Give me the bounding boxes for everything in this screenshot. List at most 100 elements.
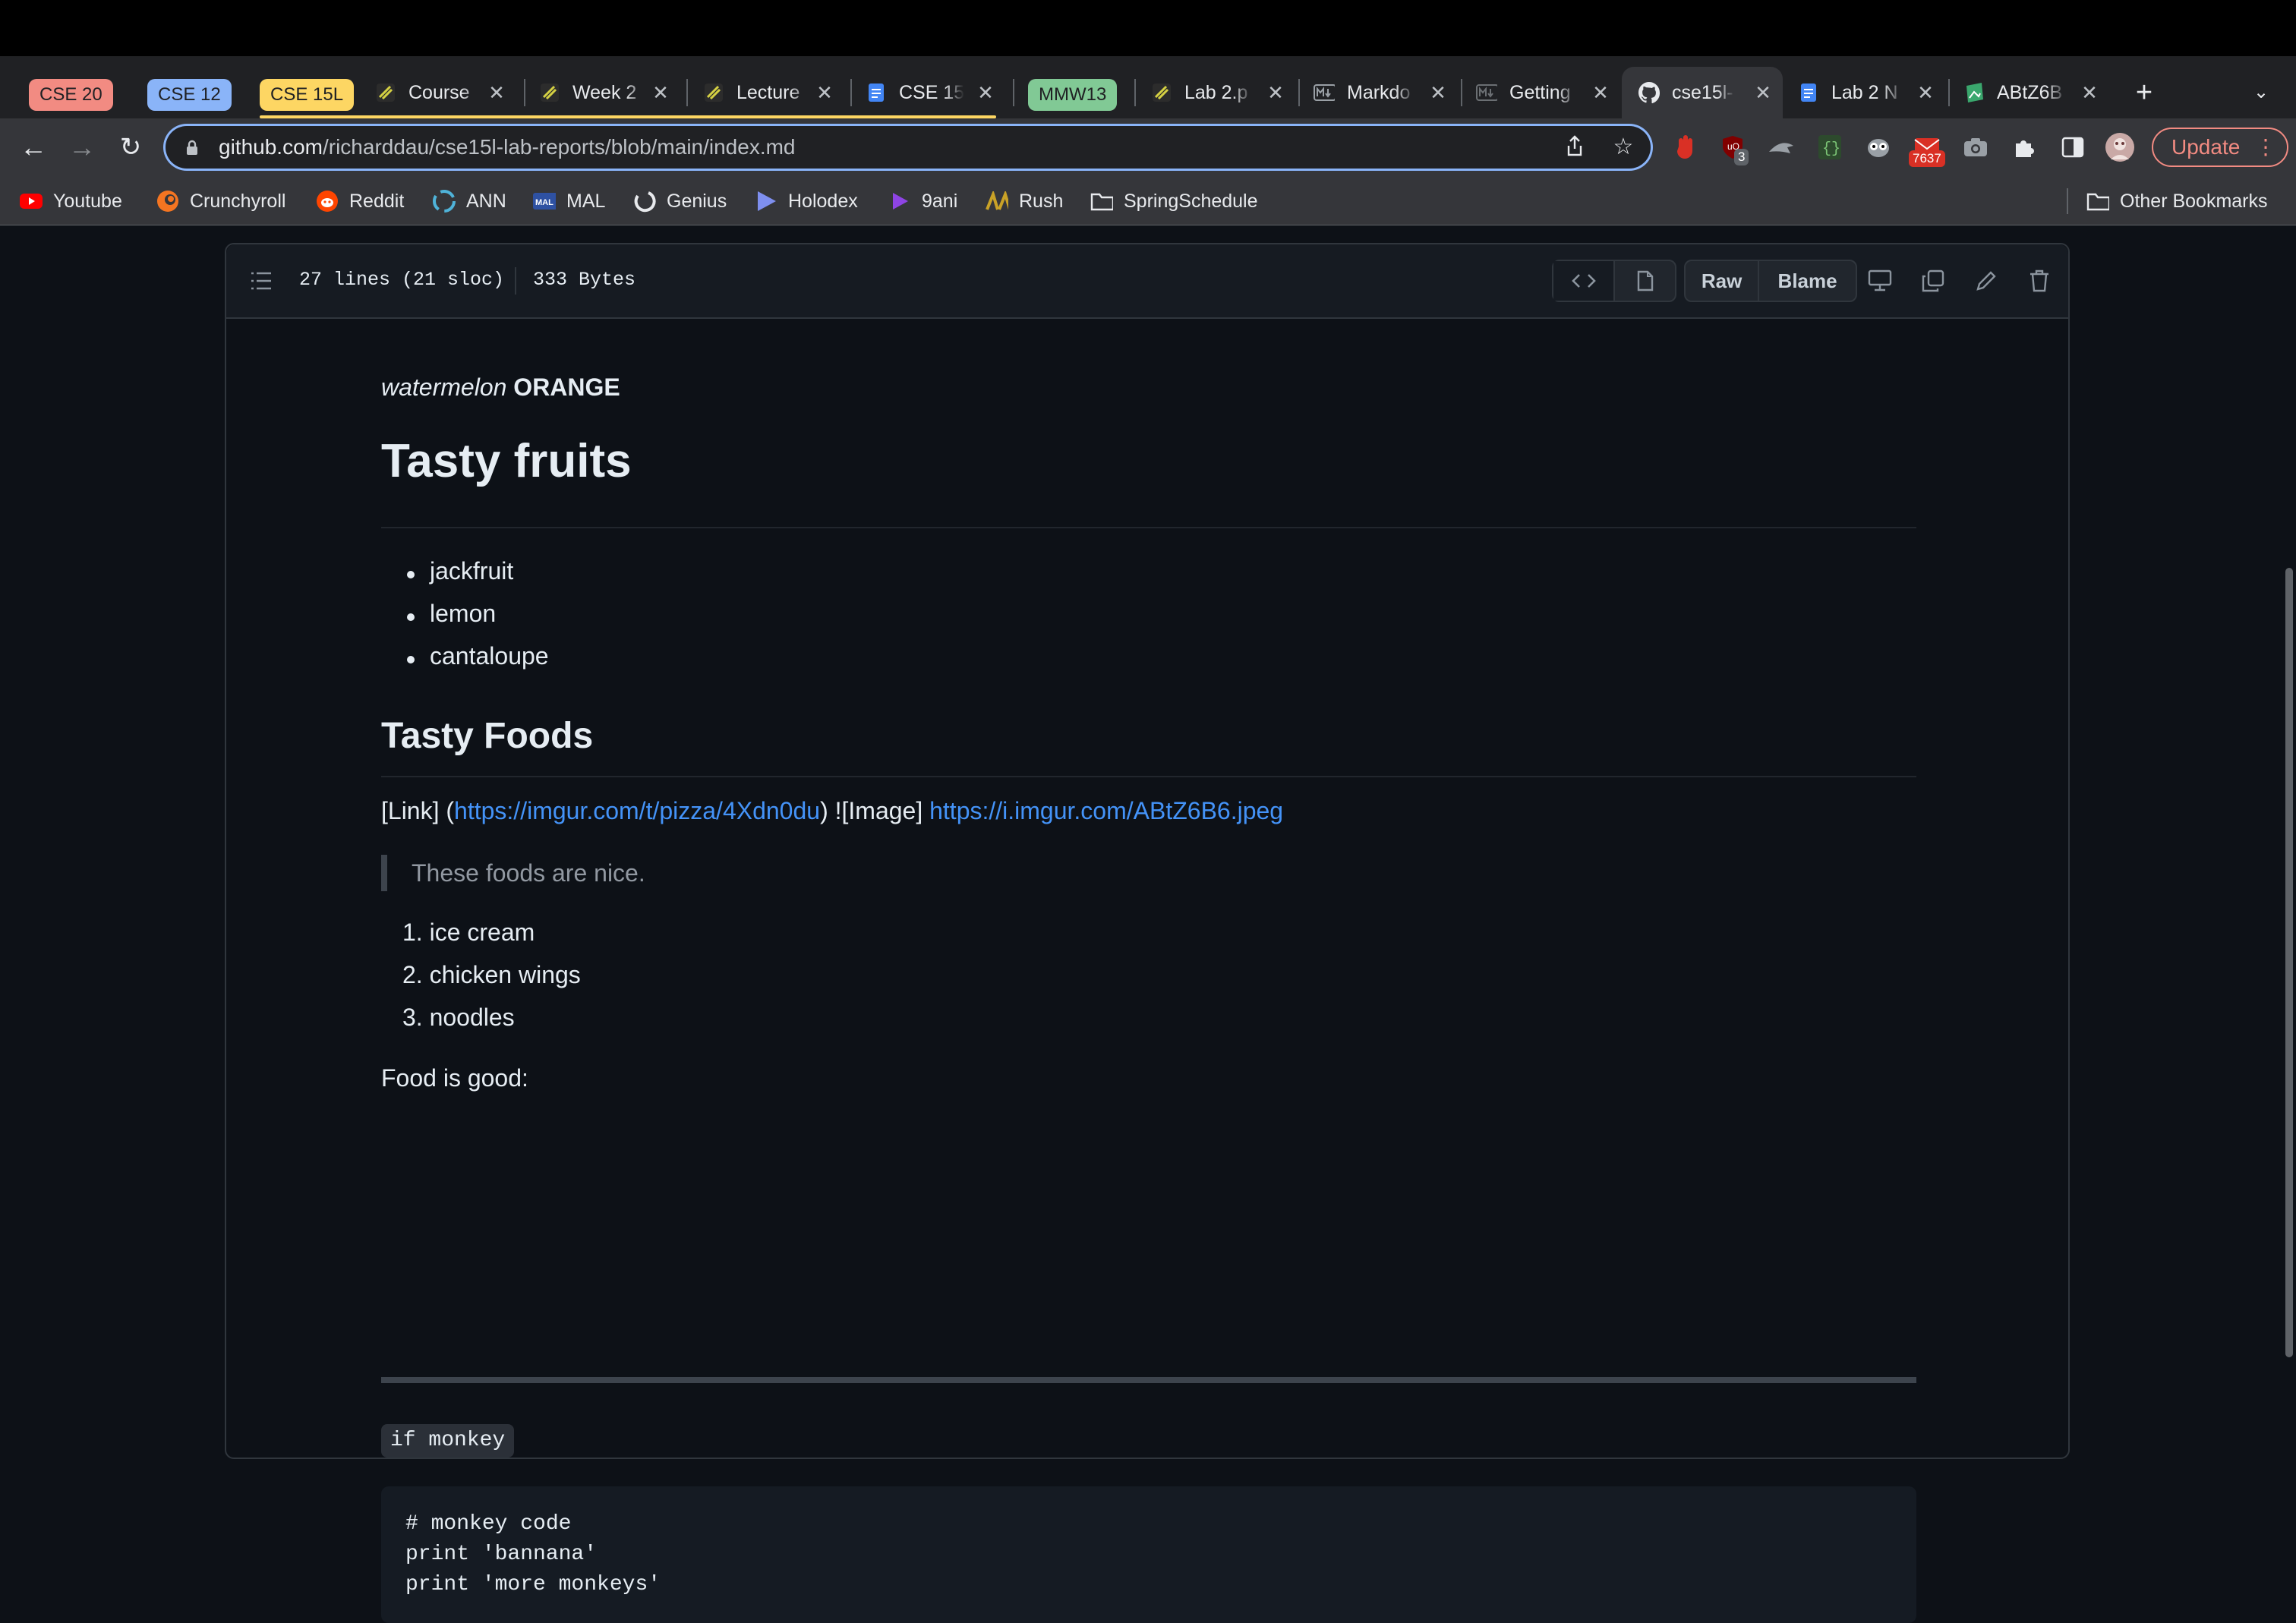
tab-separator [850,79,852,106]
reload-icon[interactable]: ↻ [114,131,147,164]
svg-text:MAL: MAL [535,198,554,207]
tab-lab-2-notes[interactable]: Lab 2 N ✕ [1798,67,1945,118]
close-icon[interactable]: ✕ [1754,83,1772,102]
bookmark-ann[interactable]: ANN [433,186,506,216]
close-icon[interactable]: ✕ [2080,83,2099,102]
tab-cse15l-github-active[interactable]: cse15l- ✕ [1622,67,1783,118]
extension-hand-icon[interactable] [1670,132,1701,162]
code-block: # monkey code print 'bannana' print 'mor… [381,1486,1916,1623]
close-icon[interactable]: ✕ [1916,83,1935,102]
outline-list-icon[interactable] [246,266,276,296]
tab-separator [1298,79,1300,106]
google-docs-icon [866,82,887,103]
tab-label: Week 2 [572,81,637,103]
address-bar[interactable]: github.com/richarddau/cse15l-lab-reports… [166,126,1651,169]
close-icon[interactable]: ✕ [976,83,995,102]
gradescope-icon [703,82,724,103]
view-toggle [1552,260,1676,302]
share-icon[interactable] [1563,135,1587,159]
bookmark-reddit[interactable]: Reddit [316,186,404,216]
tab-lecture[interactable]: Lecture ✕ [703,67,844,118]
file-size: 333 Bytes [533,269,636,291]
tab-search-chevron-icon[interactable]: ⌄ [2249,80,2273,105]
list-item: lemon [430,600,497,627]
tab-group-cse12[interactable]: CSE 12 [147,79,232,111]
h2-underline [381,776,1916,777]
pizza-link[interactable]: https://imgur.com/t/pizza/4Xdn0du [454,797,820,824]
edit-pencil-icon[interactable] [1971,266,2001,296]
close-icon[interactable]: ✕ [1266,83,1285,102]
list-number: 3. [402,1004,430,1031]
trash-icon[interactable] [2024,266,2055,296]
bookmark-label: MAL [566,190,606,212]
tab-getting-started[interactable]: Getting ✕ [1476,67,1620,118]
ordered-list-item: 3. noodles [402,1004,515,1032]
tab-group-cse20[interactable]: CSE 20 [29,79,113,111]
tab-separator [1948,79,1950,106]
other-bookmarks[interactable]: Other Bookmarks [2086,186,2268,216]
bookmark-label: Holodex [788,190,858,212]
svg-text:{}: {} [1822,140,1840,158]
tab-cse-15l-doc[interactable]: CSE 15L ✕ [866,67,1005,118]
link-prefix-text: [Link] ( [381,797,455,824]
inline-code: if monkey [381,1424,515,1458]
more-vert-icon: ⋮ [2255,135,2276,159]
ublock-badge: 3 [1734,149,1749,165]
close-icon[interactable]: ✕ [651,83,670,102]
forward-arrow-icon[interactable]: → [65,131,99,164]
crunchyroll-icon [156,190,179,213]
update-button[interactable]: Update ⋮ [2152,128,2288,167]
folder-icon [1090,190,1113,213]
code-view-icon[interactable] [1553,261,1613,301]
bookmark-label: Rush [1019,190,1064,212]
tab-label: Lecture [736,81,800,103]
tab-week-2[interactable]: Week 2 ✕ [539,67,680,118]
bookmark-holodex[interactable]: Holodex [755,186,858,216]
bookmark-youtube[interactable]: Youtube [20,186,122,216]
back-arrow-icon[interactable]: ← [17,131,50,164]
page-scrollbar[interactable] [2285,568,2293,1357]
tab-group-mmw13[interactable]: MMW13 [1028,79,1118,111]
raw-button[interactable]: Raw [1686,261,1758,301]
side-panel-icon[interactable] [2058,132,2088,162]
camera-icon[interactable] [1960,132,1991,162]
intro-paragraph: watermelon ORANGE [381,373,620,402]
json-extension-icon[interactable]: {} [1815,132,1845,162]
close-icon[interactable]: ✕ [487,83,506,102]
tab-course[interactable]: Course ✕ [375,67,516,118]
list-item: cantaloupe [430,642,549,670]
blame-button[interactable]: Blame [1758,261,1856,301]
list-item-text: noodles [429,1004,515,1031]
preview-file-icon[interactable] [1613,261,1675,301]
desktop-icon[interactable] [1865,266,1895,296]
close-icon[interactable]: ✕ [815,83,834,102]
extensions-puzzle-icon[interactable] [2009,132,2039,162]
h1-underline [381,527,1916,528]
bookmark-star-icon[interactable]: ☆ [1611,135,1635,159]
bookmark-folder-springschedule[interactable]: SpringSchedule [1090,186,1258,216]
tab-markdown[interactable]: Markdo ✕ [1314,67,1458,118]
url-path: /richarddau/cse15l-lab-reports/blob/main… [322,135,796,159]
close-icon[interactable]: ✕ [1591,83,1610,102]
bookmark-genius[interactable]: Genius [633,186,727,216]
ordered-list-item: 1. ice cream [402,919,535,947]
profile-avatar[interactable] [2105,132,2135,162]
owl-extension-icon[interactable] [1863,132,1894,162]
shark-extension-icon[interactable] [1766,132,1796,162]
horizontal-rule [381,1377,1916,1383]
bookmark-9ani[interactable]: 9ani [888,186,957,216]
new-tab-plus-icon[interactable]: + [2132,78,2156,107]
bookmark-rush[interactable]: Rush [986,186,1063,216]
tab-label: Lab 2.p [1184,81,1248,103]
tab-lab-2-pdf[interactable]: Lab 2.p ✕ [1151,67,1295,118]
image-link[interactable]: https://i.imgur.com/ABtZ6B6.jpeg [929,797,1283,824]
tab-group-cse15l[interactable]: CSE 15L [260,79,355,111]
tab-image-abtz6b6[interactable]: ABtZ6B ✕ [1963,67,2109,118]
bookmark-label: Reddit [349,190,405,212]
bookmark-label: Crunchyroll [190,190,286,212]
copy-icon[interactable] [1918,266,1948,296]
bookmark-mal[interactable]: MAL MAL [533,186,605,216]
bookmark-crunchyroll[interactable]: Crunchyroll [156,186,285,216]
close-icon[interactable]: ✕ [1429,83,1447,102]
bullet [407,571,415,578]
